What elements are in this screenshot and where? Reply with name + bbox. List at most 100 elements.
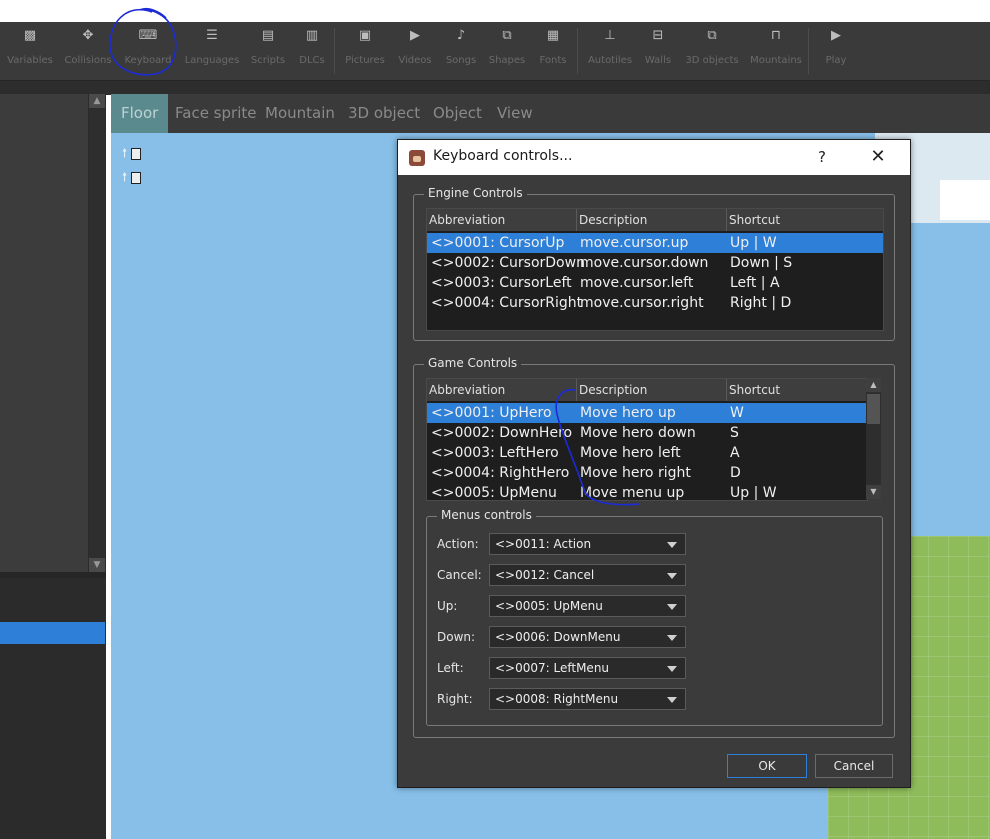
action-select[interactable]: <>0011: Action	[489, 533, 686, 555]
column-header-abbreviation[interactable]: Abbreviation	[427, 379, 577, 401]
fonts-icon: ▦	[546, 28, 560, 43]
down-select[interactable]: <>0006: DownMenu	[489, 626, 686, 648]
game-controls-group: Game Controls Abbreviation Description S…	[413, 356, 895, 738]
toolbar-fonts-button[interactable]: ▦ Fonts	[523, 22, 583, 80]
toolbar-label: 3D objects	[685, 55, 739, 66]
cell-description: Move hero right	[580, 465, 691, 481]
selected-list-item[interactable]	[0, 622, 105, 644]
cell-abbreviation: <>0001: CursorUp	[431, 235, 565, 251]
mountains-icon: ⊓	[770, 28, 782, 43]
cell-abbreviation: <>0004: CursorRight	[431, 295, 583, 311]
marker-badge-icon	[131, 171, 142, 184]
toolbar-walls-button[interactable]: ⊟ Walls	[628, 22, 688, 80]
table-row[interactable]: <>0003: LeftHero Move hero left A	[427, 443, 867, 463]
toolbar-variables-button[interactable]: ▩ Variables	[0, 22, 60, 80]
toolbar-3d-objects-button[interactable]: ⧉ 3D objects	[682, 22, 742, 80]
dlcs-icon: ▥	[305, 28, 319, 43]
layer-tabbar: Floor Face sprite Mountain 3D object Obj…	[111, 94, 990, 133]
dialog-title: Keyboard controls...	[433, 148, 573, 164]
cell-abbreviation: <>0005: UpMenu	[431, 485, 557, 501]
scroll-up-icon[interactable]: ▲	[866, 378, 881, 392]
start-position-icon: 🠕	[122, 144, 142, 165]
cell-shortcut: Up | W	[730, 485, 777, 501]
cell-description: Move hero left	[580, 445, 681, 461]
toolbar-label: Mountains	[750, 55, 802, 66]
toolbar-keyboard-button[interactable]: ⌨ Keyboard	[118, 22, 178, 80]
ok-button[interactable]: OK	[727, 754, 807, 778]
column-header-abbreviation[interactable]: Abbreviation	[427, 209, 577, 231]
cancel-label: Cancel:	[437, 568, 482, 582]
game-controls-title: Game Controls	[424, 356, 522, 370]
column-header-description[interactable]: Description	[577, 379, 727, 401]
table-row[interactable]: <>0004: RightHero Move hero right D	[427, 463, 867, 483]
toolbar-label: DLCs	[299, 55, 325, 66]
scrollbar-thumb[interactable]	[867, 394, 880, 424]
table-row[interactable]: <>0001: CursorUp move.cursor.up Up | W	[427, 233, 883, 253]
toolbar-languages-button[interactable]: ☰ Languages	[182, 22, 242, 80]
table-row[interactable]: <>0001: UpHero Move hero up W	[427, 403, 867, 423]
tab-object[interactable]: Object	[423, 94, 492, 133]
scroll-down-icon[interactable]: ▼	[89, 558, 105, 572]
up-select[interactable]: <>0005: UpMenu	[489, 595, 686, 617]
tab-mountain[interactable]: Mountain	[255, 94, 345, 133]
cell-abbreviation: <>0003: LeftHero	[431, 445, 559, 461]
toolbar-collisions-button[interactable]: ✥ Collisions	[58, 22, 118, 80]
game-controls-table[interactable]: Abbreviation Description Shortcut <>0001…	[426, 378, 868, 501]
column-header-shortcut[interactable]: Shortcut	[727, 209, 883, 231]
select-value: <>0006: DownMenu	[495, 630, 621, 644]
tab-3d-object[interactable]: 3D object	[338, 94, 430, 133]
cancel-select[interactable]: <>0012: Cancel	[489, 564, 686, 586]
tab-face-sprite[interactable]: Face sprite	[165, 94, 266, 133]
column-header-description[interactable]: Description	[577, 209, 727, 231]
table-row[interactable]: <>0004: CursorRight move.cursor.right Ri…	[427, 293, 883, 313]
map-tree-panel[interactable]	[0, 94, 88, 572]
chevron-down-icon	[667, 542, 677, 548]
toolbar-separator	[577, 28, 578, 74]
toolbar-mountains-button[interactable]: ⊓ Mountains	[746, 22, 806, 80]
toolbar-label: Fonts	[539, 55, 567, 66]
cell-description: move.cursor.left	[580, 275, 694, 291]
table-row[interactable]: <>0002: DownHero Move hero down S	[427, 423, 867, 443]
cancel-button[interactable]: Cancel	[815, 754, 893, 778]
menus-controls-title: Menus controls	[437, 508, 536, 522]
toolbar-underbar	[0, 80, 990, 95]
right-select[interactable]: <>0008: RightMenu	[489, 688, 686, 710]
engine-controls-group: Engine Controls Abbreviation Description…	[413, 186, 895, 341]
engine-controls-table[interactable]: Abbreviation Description Shortcut <>0001…	[426, 208, 884, 331]
tab-view[interactable]: View	[487, 94, 543, 133]
toolbar-label: Languages	[184, 55, 240, 66]
app-icon	[409, 150, 425, 166]
table-row[interactable]: <>0005: UpMenu Move menu up Up | W	[427, 483, 867, 501]
left-scrollbar[interactable]: ▲ ▼	[89, 94, 105, 572]
action-label: Action:	[437, 537, 479, 551]
close-icon[interactable]: ✕	[866, 146, 890, 168]
marker-badge-icon	[131, 147, 142, 160]
help-icon[interactable]: ?	[810, 146, 834, 168]
column-header-shortcut[interactable]: Shortcut	[727, 379, 867, 401]
table-row[interactable]: <>0003: CursorLeft move.cursor.left Left…	[427, 273, 883, 293]
walls-icon: ⊟	[652, 28, 664, 43]
cell-shortcut: Right | D	[730, 295, 792, 311]
scroll-up-icon[interactable]: ▲	[89, 94, 105, 108]
cell-shortcut: S	[730, 425, 739, 441]
cell-description: move.cursor.up	[580, 235, 689, 251]
toolbar-label: Play	[825, 55, 847, 66]
variables-icon: ▩	[23, 28, 37, 43]
3d-objects-icon: ⧉	[707, 28, 717, 43]
table-row[interactable]: <>0002: CursorDown move.cursor.down Down…	[427, 253, 883, 273]
up-label: Up:	[437, 599, 458, 613]
cell-abbreviation: <>0001: UpHero	[431, 405, 552, 421]
cloud-decoration	[940, 180, 990, 220]
game-controls-scrollbar[interactable]: ▲ ▼	[866, 378, 881, 499]
cell-shortcut: D	[730, 465, 741, 481]
toolbar-play-button[interactable]: ▶ Play	[806, 22, 866, 80]
toolbar-dlcs-button[interactable]: ▥ DLCs	[282, 22, 342, 80]
left-select[interactable]: <>0007: LeftMenu	[489, 657, 686, 679]
down-label: Down:	[437, 630, 476, 644]
scroll-down-icon[interactable]: ▼	[866, 485, 881, 499]
move-icon: ✥	[82, 28, 94, 43]
cell-abbreviation: <>0002: CursorDown	[431, 255, 585, 271]
left-panel: ▲ ▼	[0, 94, 106, 839]
tab-floor[interactable]: Floor	[111, 94, 169, 133]
map-list-panel	[0, 578, 106, 839]
